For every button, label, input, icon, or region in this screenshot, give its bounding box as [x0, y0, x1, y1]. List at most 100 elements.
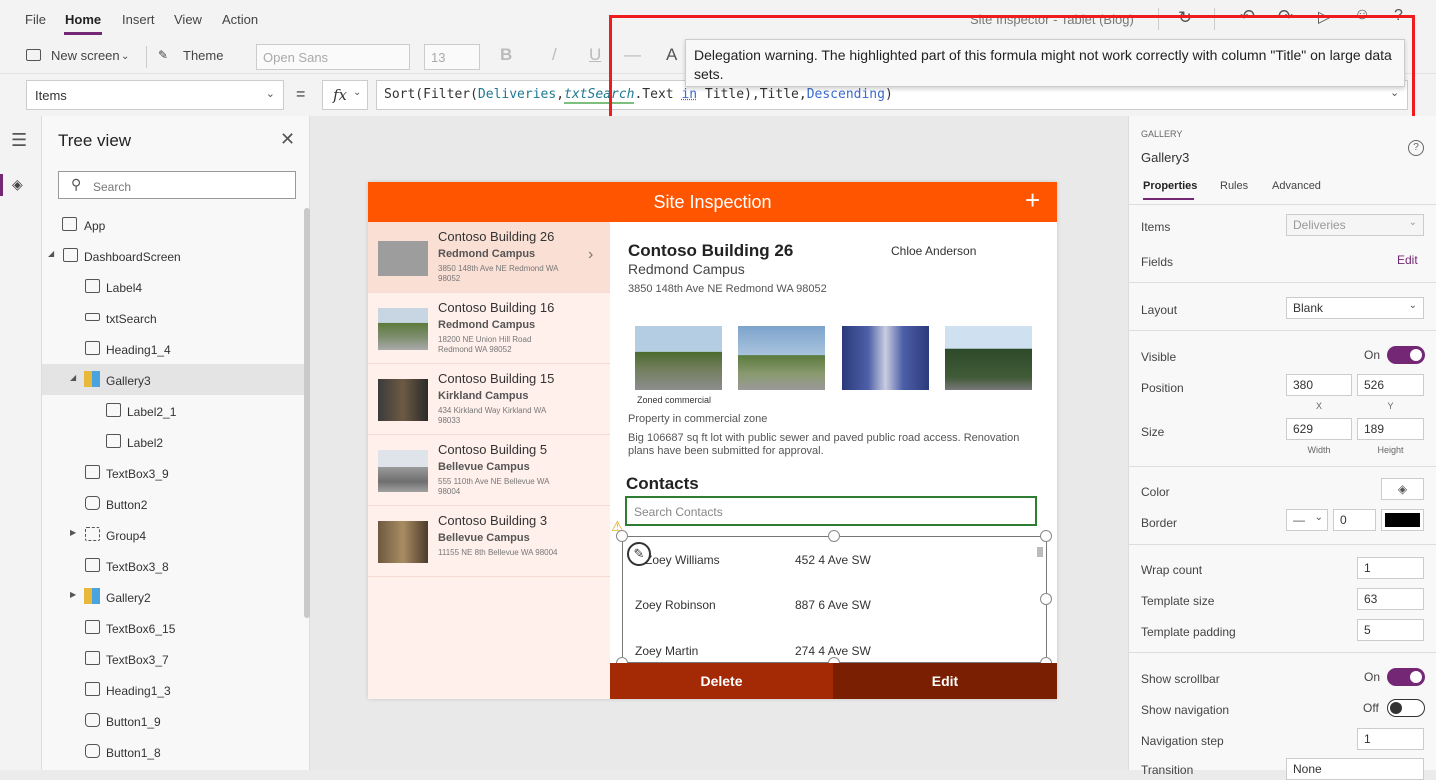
new-screen-button[interactable]: New screen — [51, 48, 120, 63]
divider — [1129, 204, 1436, 205]
menu-home[interactable]: Home — [65, 12, 101, 27]
color-picker-button[interactable]: ◈ — [1381, 478, 1424, 500]
collapse-arrow-icon[interactable]: ◢ — [70, 373, 76, 382]
edit-button[interactable]: Edit — [833, 663, 1057, 699]
resize-handle[interactable] — [1040, 530, 1052, 542]
tree-item-label2-1[interactable]: Label2_1 — [42, 395, 304, 426]
site-photo[interactable] — [945, 326, 1032, 390]
tree-item-app[interactable]: App — [42, 209, 304, 240]
tree-item-textbox3-8[interactable]: TextBox3_8 — [42, 550, 304, 581]
list-item[interactable]: Contoso Building 26 Redmond Campus 3850 … — [368, 222, 610, 293]
template-size-input[interactable]: 63 — [1357, 588, 1424, 610]
height-input[interactable]: 189 — [1357, 418, 1424, 440]
chevron-down-icon: ⌄ — [121, 51, 130, 62]
tree-item-gallery2[interactable]: ▶ Gallery2 — [42, 581, 304, 612]
tree-item-label2[interactable]: Label2 — [42, 426, 304, 457]
collapse-arrow-icon[interactable]: ◢ — [48, 249, 54, 258]
site-photo[interactable] — [635, 326, 722, 390]
template-padding-input[interactable]: 5 — [1357, 619, 1424, 641]
tree-search-input[interactable]: ⚲ Search — [58, 171, 296, 199]
resize-handle[interactable] — [828, 530, 840, 542]
tree-item-textbox3-9[interactable]: TextBox3_9 — [42, 457, 304, 488]
tree-item-label4[interactable]: Label4 — [42, 271, 304, 302]
tab-rules[interactable]: Rules — [1220, 180, 1248, 192]
tree-item-group4[interactable]: ▶ Group4 — [42, 519, 304, 550]
transition-select[interactable]: None — [1286, 758, 1424, 780]
tab-advanced[interactable]: Advanced — [1272, 180, 1321, 192]
items-select[interactable]: Deliveries ⌄ — [1286, 214, 1424, 236]
navigation-step-input[interactable]: 1 — [1357, 728, 1424, 750]
menu-file[interactable]: File — [25, 12, 46, 27]
theme-button[interactable]: Theme — [183, 48, 223, 63]
resize-handle[interactable] — [616, 530, 628, 542]
border-width-input[interactable]: 0 — [1333, 509, 1376, 531]
chevron-down-icon: ⌄ — [265, 88, 275, 100]
italic-button[interactable]: / — [552, 45, 557, 65]
fx-button[interactable]: fx ⌄ — [322, 80, 368, 110]
property-select[interactable]: Items ⌄ — [26, 80, 284, 110]
font-family-select[interactable]: Open Sans — [256, 44, 410, 70]
contact-row[interactable]: Zoey Robinson 887 6 Ave SW — [635, 598, 875, 612]
chevron-down-icon: ⌄ — [1408, 217, 1417, 228]
tree-item-txtsearch[interactable]: txtSearch — [42, 302, 304, 333]
chevron-right-icon[interactable]: › — [588, 246, 593, 264]
border-color-button[interactable] — [1381, 509, 1424, 531]
tree-item-button1-8[interactable]: Button1_8 — [42, 736, 304, 767]
wrap-count-input[interactable]: 1 — [1357, 557, 1424, 579]
layers-icon[interactable]: ◈ — [12, 176, 23, 193]
visible-toggle[interactable] — [1387, 346, 1425, 364]
hamburger-menu-icon[interactable]: ☰ — [11, 130, 27, 151]
tree-item-heading1-3[interactable]: Heading1_3 — [42, 674, 304, 705]
underline-button[interactable]: U — [589, 45, 601, 65]
list-item[interactable]: Contoso Building 3 Bellevue Campus 11155… — [368, 506, 610, 577]
width-input[interactable]: 629 — [1286, 418, 1352, 440]
position-x-input[interactable]: 380 — [1286, 374, 1352, 396]
list-item[interactable]: Contoso Building 5 Bellevue Campus 555 1… — [368, 435, 610, 506]
list-item[interactable]: Contoso Building 16 Redmond Campus 18200… — [368, 293, 610, 364]
text-input-icon — [85, 313, 100, 321]
fields-edit-link[interactable]: Edit — [1397, 253, 1418, 267]
menu-view[interactable]: View — [174, 12, 202, 27]
site-photo[interactable] — [738, 326, 825, 390]
contacts-gallery[interactable]: Zoey Williams 452 4 Ave SW Zoey Robinson… — [622, 536, 1047, 663]
close-icon[interactable]: ✕ — [280, 129, 295, 150]
tree-item-heading1-4[interactable]: Heading1_4 — [42, 333, 304, 364]
gallery-scrollbar[interactable] — [1037, 547, 1043, 557]
help-icon[interactable]: ? — [1408, 140, 1424, 156]
active-rail-indicator — [0, 174, 3, 196]
menu-insert[interactable]: Insert — [122, 12, 155, 27]
contact-address: 452 4 Ave SW — [795, 553, 871, 567]
detail-address: 3850 148th Ave NE Redmond WA 98052 — [628, 283, 827, 295]
expand-arrow-icon[interactable]: ▶ — [70, 528, 76, 537]
layout-select[interactable]: Blank ⌄ — [1286, 297, 1424, 319]
label-edit-icon — [106, 434, 121, 448]
position-y-input[interactable]: 526 — [1357, 374, 1424, 396]
tab-properties[interactable]: Properties — [1143, 180, 1197, 192]
tree-item-button2[interactable]: Button2 — [42, 488, 304, 519]
bold-button[interactable]: B — [500, 45, 512, 65]
fx-icon: fx — [333, 86, 348, 104]
tree-item-gallery3[interactable]: ◢ Gallery3 — [42, 364, 304, 395]
show-navigation-toggle[interactable] — [1387, 699, 1425, 717]
contact-row[interactable]: Zoey Williams 452 4 Ave SW — [645, 553, 885, 567]
search-placeholder: Search — [93, 180, 132, 194]
contact-row[interactable]: Zoey Martin 274 4 Ave SW — [635, 644, 875, 658]
site-photo[interactable] — [842, 326, 929, 390]
contacts-search-input[interactable]: Search Contacts — [625, 496, 1037, 526]
delete-button[interactable]: Delete — [610, 663, 833, 699]
add-icon[interactable]: + — [1025, 187, 1040, 213]
expand-arrow-icon[interactable]: ▶ — [70, 590, 76, 599]
resize-handle[interactable] — [1040, 593, 1052, 605]
tree-item-button1-9[interactable]: Button1_9 — [42, 705, 304, 736]
list-item[interactable]: Contoso Building 15 Kirkland Campus 434 … — [368, 364, 610, 435]
tree-item-textbox3-7[interactable]: TextBox3_7 — [42, 643, 304, 674]
tree-item-dashboardscreen[interactable]: ◢ DashboardScreen — [42, 240, 304, 271]
tree-item-textbox6-15[interactable]: TextBox6_15 — [42, 612, 304, 643]
tree-item-label: TextBox3_7 — [106, 653, 169, 667]
tree-item-label: Gallery2 — [106, 591, 151, 605]
edit-pencil-icon[interactable]: ✎ — [627, 542, 651, 566]
menu-action[interactable]: Action — [222, 12, 258, 27]
border-style-select[interactable]: — ⌄ — [1286, 509, 1328, 531]
font-size-select[interactable]: 13 — [424, 44, 480, 70]
show-scrollbar-toggle[interactable] — [1387, 668, 1425, 686]
